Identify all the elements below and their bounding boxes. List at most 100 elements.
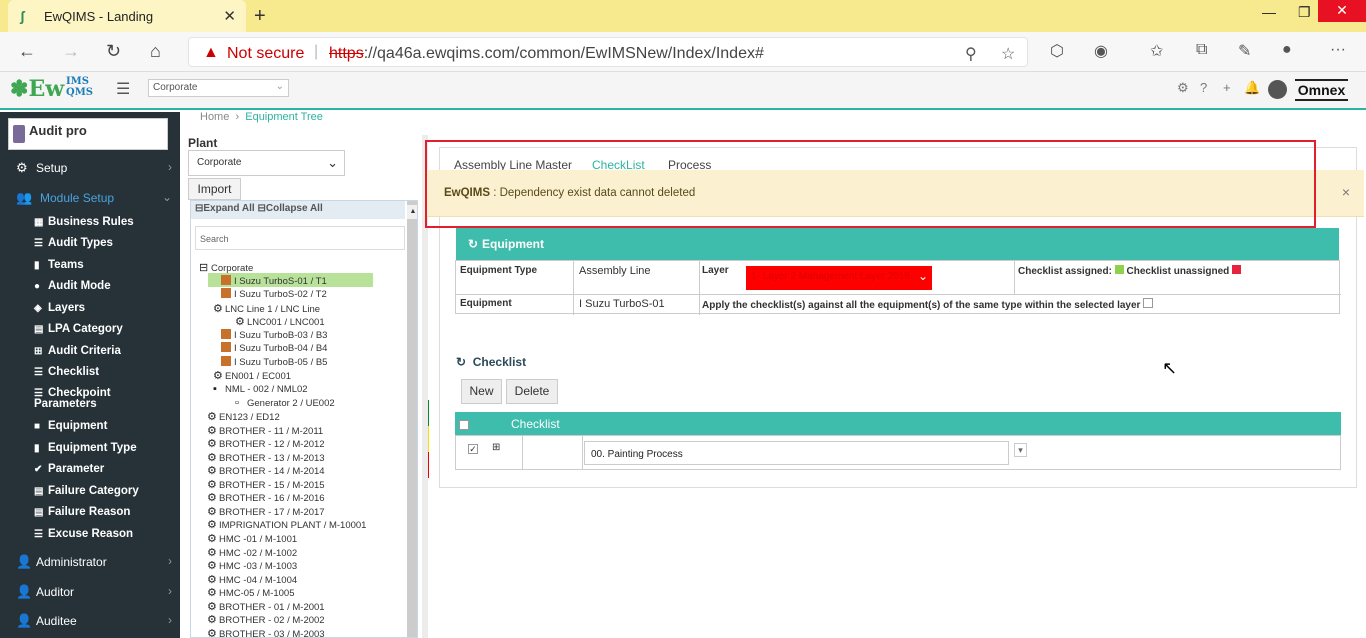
- select-all-checkbox[interactable]: [459, 420, 469, 430]
- gear-icon: ⚙: [207, 465, 217, 478]
- tree-node[interactable]: ▪ NML - 002 / NML02: [213, 383, 308, 395]
- scroll-up-icon[interactable]: ▲: [407, 205, 417, 219]
- sidebar-sub-excuse-reason[interactable]: ☰ Excuse Reason: [34, 528, 133, 540]
- sidebar-item-auditee[interactable]: 👤 Auditee ›: [0, 607, 180, 635]
- browser-profile-icon[interactable]: ●: [1282, 41, 1292, 59]
- notification-bell-icon[interactable]: 🔔: [1244, 80, 1260, 96]
- back-icon[interactable]: ←: [18, 41, 36, 62]
- sidebar-item-setup[interactable]: ⚙ Setup ›: [0, 154, 180, 182]
- tree-node[interactable]: ⊟ Corporate: [199, 261, 253, 274]
- close-window-icon[interactable]: ✕: [1318, 0, 1366, 22]
- favorite-star-icon[interactable]: ☆: [1001, 44, 1015, 64]
- add-icon[interactable]: +: [1223, 80, 1231, 95]
- forward-icon[interactable]: →: [62, 41, 80, 62]
- not-secure-label[interactable]: Not secure: [227, 45, 304, 63]
- row-checkbox[interactable]: ✓: [468, 444, 478, 454]
- url-text[interactable]: https://qa46a.ewqims.com/common/EwIMSNew…: [329, 45, 764, 63]
- favorites-icon[interactable]: ✩: [1150, 41, 1163, 61]
- tree-node[interactable]: ⚙ BROTHER - 15 / M-2015: [207, 478, 325, 491]
- plant-select[interactable]: Corporate ⌄: [188, 150, 345, 176]
- tree-node[interactable]: I Suzu TurboS-02 / T2: [221, 288, 327, 300]
- close-tab-icon[interactable]: ✕: [223, 7, 236, 25]
- extension-icon[interactable]: ⬡: [1050, 41, 1064, 61]
- sidebar-item-module-setup[interactable]: 👥 Module Setup ⌄: [0, 184, 180, 212]
- ewqims-logo[interactable]: ✽Ew IMS QMS: [10, 76, 93, 102]
- tree-node[interactable]: ⚙ HMC -04 / M-1004: [207, 573, 297, 586]
- sidebar-sub-failure-reason[interactable]: ▤ Failure Reason: [34, 506, 130, 518]
- tree-node[interactable]: ⚙ BROTHER - 01 / M-2001: [207, 600, 325, 613]
- sidebar-item-administrator[interactable]: 👤 Administrator ›: [0, 548, 180, 576]
- zoom-icon[interactable]: ⚲: [965, 44, 977, 64]
- profile-extension-icon[interactable]: ◉: [1094, 41, 1108, 61]
- org-select[interactable]: Corporate ⌄: [148, 79, 289, 97]
- settings-gear-icon[interactable]: ⚙: [1177, 80, 1189, 96]
- home-icon[interactable]: ⌂: [150, 41, 161, 62]
- tree-node[interactable]: ⚙ BROTHER - 17 / M-2017: [207, 505, 325, 518]
- sidebar-sub-layers[interactable]: ◈ Layers: [34, 302, 85, 314]
- tree-node[interactable]: ▫ Generator 2 / UE002: [235, 397, 335, 409]
- tree-node[interactable]: ⚙ HMC -03 / M-1003: [207, 559, 297, 572]
- checklist-column-header[interactable]: Checklist: [511, 417, 560, 431]
- tree-node[interactable]: ⚙ LNC001 / LNC001: [235, 315, 325, 328]
- tree-node[interactable]: ⚙ BROTHER - 14 / M-2014: [207, 464, 325, 477]
- tree-node[interactable]: ⚙ EN001 / EC001: [213, 369, 291, 382]
- tree-node[interactable]: I Suzu TurboB-05 / B5: [221, 355, 327, 368]
- url-field[interactable]: ▲ Not secure | https://qa46a.ewqims.com/…: [188, 37, 1028, 67]
- tree-node[interactable]: ⚙ BROTHER - 11 / M-2011: [207, 424, 323, 437]
- tree-node[interactable]: ⚙ HMC -01 / M-1001: [207, 532, 297, 545]
- sidebar-sub-audit-types[interactable]: ☰ Audit Types: [34, 237, 113, 249]
- tree-node[interactable]: ⚙ LNC Line 1 / LNC Line: [213, 302, 320, 315]
- new-tab-icon[interactable]: +: [254, 5, 266, 28]
- chevron-down-icon[interactable]: ▾: [1014, 443, 1027, 457]
- tree-search-input[interactable]: Search: [195, 226, 405, 250]
- layer-select[interactable]: 1- Layer 2 Management Layer 2016 ⌄: [746, 266, 932, 290]
- help-icon[interactable]: ?: [1200, 80, 1207, 95]
- sidebar-sub-audit-mode[interactable]: ● Audit Mode: [34, 280, 111, 292]
- expand-row-icon[interactable]: ⊞: [492, 442, 500, 453]
- sidebar-sub-checkpoint-parameters[interactable]: ☰ Checkpoint Parameters: [34, 387, 154, 410]
- tree-node[interactable]: I Suzu TurboB-04 / B4: [221, 342, 327, 354]
- tree-node-label: BROTHER - 01 / M-2001: [219, 601, 325, 613]
- sidebar-sub-label: LPA Category: [48, 323, 123, 335]
- sidebar-sub-lpa-category[interactable]: ▤ LPA Category: [34, 323, 123, 335]
- sidebar-sub-parameter[interactable]: ✔ Parameter: [34, 463, 104, 475]
- delete-button[interactable]: Delete: [506, 379, 558, 404]
- apply-checkbox[interactable]: [1143, 298, 1154, 308]
- tree-node[interactable]: ⚙ BROTHER - 03 / M-2003: [207, 627, 325, 637]
- tree-node[interactable]: I Suzu TurboB-03 / B3: [221, 328, 327, 341]
- expand-all-link[interactable]: Expand All: [203, 203, 254, 214]
- tree-node[interactable]: ⚙ IMPRIGNATION PLANT / M-10001: [207, 518, 366, 531]
- collapse-all-link[interactable]: Collapse All: [266, 203, 323, 214]
- tree-node[interactable]: ⚙ BROTHER - 13 / M-2013: [207, 451, 325, 464]
- collections-icon[interactable]: ⧉: [1196, 41, 1207, 59]
- minimize-icon[interactable]: —: [1262, 4, 1276, 20]
- tree-node[interactable]: ⚙ HMC-05 / M-1005: [207, 586, 295, 599]
- sidebar-sub-business-rules[interactable]: ▦ Business Rules: [34, 216, 134, 228]
- tree-scrollbar[interactable]: ▲: [407, 201, 417, 637]
- user-avatar[interactable]: [1268, 80, 1287, 99]
- sidebar-sub-equipment[interactable]: ■ Equipment: [34, 420, 107, 432]
- alert-close-icon[interactable]: ×: [1342, 184, 1350, 200]
- sidebar-item-auditor[interactable]: 👤 Auditor ›: [0, 578, 180, 606]
- tree-node[interactable]: ⚙ BROTHER - 16 / M-2016: [207, 491, 325, 504]
- more-icon[interactable]: ···: [1330, 41, 1346, 59]
- tree-node[interactable]: ⚙ EN123 / ED12: [207, 410, 280, 423]
- breadcrumb-home[interactable]: Home: [200, 111, 229, 123]
- sidebar-sub-teams[interactable]: ▮ Teams: [34, 259, 84, 271]
- checklist-select[interactable]: 00. Painting Process: [584, 441, 1009, 465]
- new-button[interactable]: New: [461, 379, 502, 404]
- import-button[interactable]: Import: [188, 178, 241, 200]
- feedback-icon[interactable]: ✎: [1238, 41, 1251, 61]
- sidebar-sub-failure-category[interactable]: ▤ Failure Category: [34, 485, 139, 497]
- tree-node[interactable]: ⚙ BROTHER - 02 / M-2002: [207, 613, 325, 626]
- refresh-icon[interactable]: ↻: [106, 41, 121, 62]
- sidebar-sub-audit-criteria[interactable]: ⊞ Audit Criteria: [34, 345, 121, 357]
- browser-tab[interactable]: ʃ EwQIMS - Landing ✕: [8, 0, 246, 32]
- sidebar-sub-equipment-type[interactable]: ▮ Equipment Type: [34, 442, 137, 454]
- restore-icon[interactable]: ❐: [1298, 4, 1311, 21]
- tree-node[interactable]: I Suzu TurboS-01 / T1: [221, 274, 327, 287]
- hamburger-menu-icon[interactable]: ☰: [116, 79, 130, 99]
- sidebar-sub-checklist[interactable]: ☰ Checklist: [34, 366, 99, 378]
- tree-node[interactable]: ⚙ BROTHER - 12 / M-2012: [207, 437, 325, 450]
- tree-node[interactable]: ⚙ HMC -02 / M-1002: [207, 546, 297, 559]
